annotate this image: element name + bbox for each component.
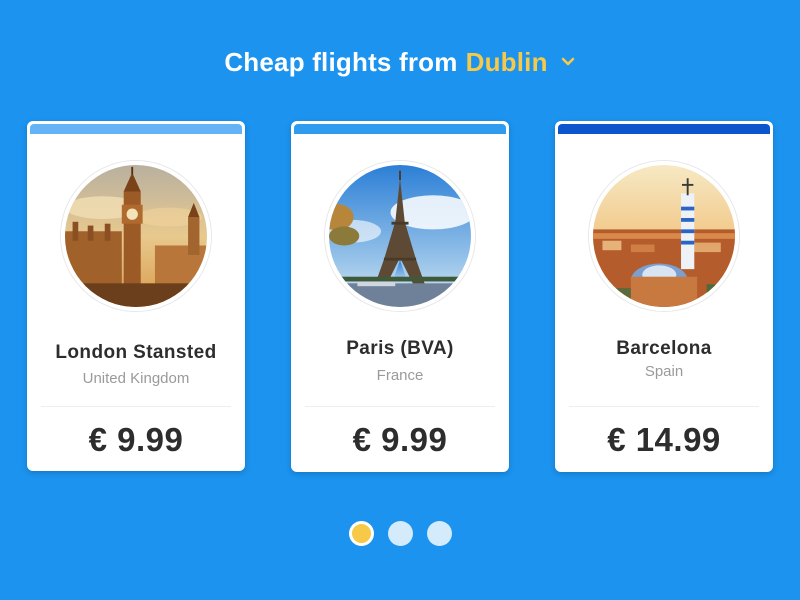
origin-city-selector[interactable]: Dublin <box>466 47 548 78</box>
destination-price: € 9.99 <box>88 421 184 458</box>
card-top-bar <box>30 124 242 134</box>
pagination-dot-3[interactable] <box>426 521 452 546</box>
destination-country: Spain <box>644 363 684 380</box>
card-divider <box>41 406 231 407</box>
card-top-bar <box>294 124 506 134</box>
destination-name: Paris (BVA) <box>346 338 454 359</box>
destination-price: € 14.99 <box>607 421 721 458</box>
park-guell-photo <box>589 161 739 311</box>
destination-country: France <box>376 367 424 384</box>
carousel-pagination <box>0 521 800 547</box>
pagination-dot-2[interactable] <box>387 521 413 546</box>
destination-name: Barcelona <box>616 338 712 359</box>
card-divider <box>569 406 759 407</box>
chevron-down-icon[interactable] <box>560 54 576 70</box>
destination-name: London Stansted <box>55 342 217 363</box>
destination-card-london[interactable]: London Stansted United Kingdom € 9.99 <box>27 121 245 471</box>
destination-card-barcelona[interactable]: Barcelona Spain € 14.99 <box>555 121 773 472</box>
destination-country: United Kingdom <box>82 370 190 387</box>
header-prefix: Cheap flights from <box>224 46 458 77</box>
card-top-bar <box>558 124 770 134</box>
eiffel-tower-photo <box>325 161 475 311</box>
card-divider <box>305 406 495 407</box>
destination-price: € 9.99 <box>352 421 448 458</box>
page-header: Cheap flights from Dublin <box>0 42 800 82</box>
destination-card-paris[interactable]: Paris (BVA) France € 9.99 <box>291 121 509 472</box>
big-ben-photo <box>61 161 211 311</box>
pagination-dot-1[interactable] <box>348 521 374 546</box>
